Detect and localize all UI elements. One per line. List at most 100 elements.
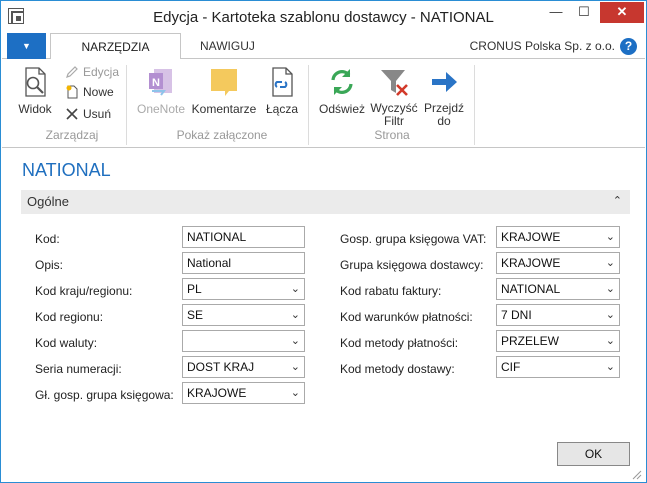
chevron-down-icon[interactable]: ⌄ xyxy=(291,305,300,325)
region-select[interactable]: SE ⌄ xyxy=(182,304,305,326)
chevron-down-icon[interactable]: ⌄ xyxy=(606,357,615,377)
invoice-discount-value: NATIONAL xyxy=(501,282,561,296)
maximize-button[interactable]: ☐ xyxy=(571,2,597,23)
field-label-payment-terms: Kod warunków płatności: xyxy=(340,310,473,324)
delete-x-icon xyxy=(65,107,79,121)
chevron-down-icon[interactable]: ⌄ xyxy=(291,383,300,403)
new-button[interactable]: Nowe xyxy=(65,82,114,102)
magnifier-page-icon xyxy=(18,65,52,99)
field-label-payment-method: Kod metody płatności: xyxy=(340,336,459,350)
refresh-button[interactable]: Odśwież xyxy=(317,65,367,116)
clear-filter-icon xyxy=(377,65,411,99)
vendor-posting-group-select[interactable]: KRAJOWE ⌄ xyxy=(496,252,620,274)
field-label-vendor-posting-group: Grupa księgowa dostawcy: xyxy=(340,258,484,272)
vat-bus-posting-group-select[interactable]: KRAJOWE ⌄ xyxy=(496,226,620,248)
field-label-shipment-method: Kod metody dostawy: xyxy=(340,362,455,376)
field-label-code: Kod: xyxy=(35,232,60,246)
file-menu-button[interactable]: ▼ xyxy=(7,33,46,59)
country-select[interactable]: PL ⌄ xyxy=(182,278,305,300)
ribbon-separator xyxy=(474,65,475,145)
shipment-method-value: CIF xyxy=(501,360,521,374)
delete-button[interactable]: Usuń xyxy=(65,104,111,124)
svg-text:N: N xyxy=(152,77,160,89)
link-page-icon xyxy=(265,65,299,99)
view-button[interactable]: Widok xyxy=(15,65,55,116)
comments-button[interactable]: Komentarze xyxy=(191,65,257,116)
onenote-button[interactable]: N OneNote xyxy=(135,65,187,116)
payment-terms-select[interactable]: 7 DNI ⌄ xyxy=(496,304,620,326)
region-value: SE xyxy=(187,308,204,322)
refresh-icon xyxy=(325,65,359,99)
go-to-label-2: do xyxy=(437,114,451,128)
chevron-down-icon[interactable]: ⌄ xyxy=(606,227,615,247)
chevron-down-icon[interactable]: ⌄ xyxy=(291,279,300,299)
number-series-select[interactable]: DOST KRAJ ⌄ xyxy=(182,356,305,378)
clear-filter-button[interactable]: Wyczyść Filtr xyxy=(370,65,418,128)
chevron-down-icon[interactable]: ⌄ xyxy=(291,331,300,351)
help-icon[interactable]: ? xyxy=(620,38,637,55)
description-input[interactable]: National xyxy=(182,252,305,274)
dialog-window: Edycja - Kartoteka szablonu dostawcy - N… xyxy=(0,0,647,483)
clear-filter-label-1: Wyczyść xyxy=(370,101,418,115)
tab-navigate[interactable]: NAWIGUJ xyxy=(192,33,263,60)
chevron-down-icon[interactable]: ⌄ xyxy=(291,357,300,377)
field-label-currency: Kod waluty: xyxy=(35,336,98,350)
invoice-discount-select[interactable]: NATIONAL ⌄ xyxy=(496,278,620,300)
group-label-page: Strona xyxy=(374,128,410,142)
onenote-icon: N xyxy=(144,65,178,99)
links-button[interactable]: Łącza xyxy=(264,65,300,116)
chevron-down-icon[interactable]: ⌄ xyxy=(606,279,615,299)
go-to-label-1: Przejdź xyxy=(423,101,464,115)
minimize-button[interactable]: — xyxy=(543,2,569,23)
new-label: Nowe xyxy=(83,85,114,99)
page-content: NATIONAL Ogólne ⌃ Kod: NATIONAL Opis: Na… xyxy=(2,149,645,482)
delete-label: Usuń xyxy=(83,107,112,121)
payment-method-select[interactable]: PRZELEW ⌄ xyxy=(496,330,620,352)
comments-label: Komentarze xyxy=(191,102,257,116)
group-label-manage: Zarządzaj xyxy=(45,128,99,142)
company-name: CRONUS Polska Sp. z o.o. xyxy=(469,39,615,53)
field-label-region: Kod regionu: xyxy=(35,310,104,324)
tab-home[interactable]: NARZĘDZIA GŁÓWNE xyxy=(50,33,181,80)
field-label-gen-bus-posting-group: Gł. gosp. grupa księgowa: xyxy=(35,388,174,402)
go-to-button[interactable]: Przejdź do xyxy=(422,65,466,128)
field-label-description: Opis: xyxy=(35,258,64,272)
currency-select[interactable]: ⌄ xyxy=(182,330,305,352)
gen-bus-posting-group-select[interactable]: KRAJOWE ⌄ xyxy=(182,382,305,404)
chevron-down-icon[interactable]: ⌄ xyxy=(606,331,615,351)
clear-filter-label-2: Filtr xyxy=(384,114,404,128)
fasttab-title: Ogólne xyxy=(27,194,69,209)
resize-grip-icon[interactable] xyxy=(632,469,642,480)
collapse-icon[interactable]: ⌃ xyxy=(613,194,622,207)
fasttab-general[interactable]: Ogólne ⌃ xyxy=(21,190,630,214)
shipment-method-select[interactable]: CIF ⌄ xyxy=(496,356,620,378)
country-value: PL xyxy=(187,282,202,296)
chevron-down-icon[interactable]: ⌄ xyxy=(606,305,615,325)
arrow-right-icon xyxy=(427,65,461,99)
close-button[interactable]: ✕ xyxy=(600,2,644,23)
new-page-icon xyxy=(65,85,79,99)
payment-method-value: PRZELEW xyxy=(501,334,560,348)
code-input[interactable]: NATIONAL xyxy=(182,226,305,248)
ribbon-separator xyxy=(308,65,309,145)
field-label-vat-bus-posting-group: Gosp. grupa księgowa VAT: xyxy=(340,232,487,246)
vat-bus-posting-group-value: KRAJOWE xyxy=(501,230,561,244)
title-bar: Edycja - Kartoteka szablonu dostawcy - N… xyxy=(1,1,646,32)
ribbon-separator xyxy=(126,65,127,145)
ribbon-tabs: ▼ NARZĘDZIA GŁÓWNE NAWIGUJ CRONUS Polska… xyxy=(2,33,645,80)
field-label-invoice-discount: Kod rabatu faktury: xyxy=(340,284,442,298)
links-label: Łącza xyxy=(265,102,299,116)
gen-bus-posting-group-value: KRAJOWE xyxy=(187,386,247,400)
ok-button[interactable]: OK xyxy=(557,442,630,466)
payment-terms-value: 7 DNI xyxy=(501,308,532,322)
edit-button[interactable]: Edycja xyxy=(65,62,119,82)
page-title: NATIONAL xyxy=(22,160,111,180)
chevron-down-icon[interactable]: ⌄ xyxy=(606,253,615,273)
onenote-label: OneNote xyxy=(136,102,186,116)
field-label-number-series: Seria numeracji: xyxy=(35,362,122,376)
group-label-attachments: Pokaż załączone xyxy=(176,128,268,142)
edit-label: Edycja xyxy=(83,65,120,79)
refresh-label: Odśwież xyxy=(318,102,365,116)
number-series-value: DOST KRAJ xyxy=(187,360,255,374)
pencil-icon xyxy=(65,65,79,79)
